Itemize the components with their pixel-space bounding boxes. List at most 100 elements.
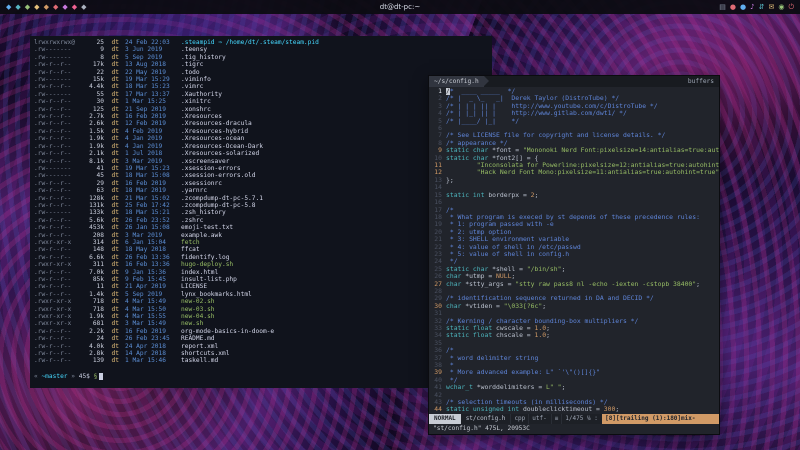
tray-icon[interactable]: ▤ [719,0,726,14]
code-line: 27char *stty_args = "stty raw pass8 nl -… [429,281,719,288]
buffers-label: buffers [688,76,719,87]
code-line: 4/* | |_| || | http://www.gitlab.com/dwt… [429,110,719,117]
terminal-window[interactable]: lrwxrwxrwx@25dt24 Feb 22:03.steampid ⇒ /… [30,36,492,388]
file-row: .rw-r--r--8.1kdt3 Mar 2019.xscreensaver [34,158,488,165]
statusline-segment: utf-8 [528,414,550,424]
window-title: dt@dt-pc:~ [0,3,800,11]
file-row: .rw-r--r--6.6kdt26 Feb 13:36fidentify.lo… [34,254,488,261]
workspace-icon[interactable]: ◆ [44,0,49,14]
tray-icon[interactable]: ⇵ [759,0,765,14]
file-row: .rw-r--r--7.0kdt9 Jan 15:36index.html [34,269,488,276]
file-row: .rw-------45dt18 Mar 15:08.xsession-erro… [34,172,488,179]
tab-config-h[interactable]: ~/s/config.h [429,76,484,87]
file-row: .rw-r--r--148dt18 May 2018ffcat [34,246,488,253]
workspace-icon[interactable]: ◆ [72,0,77,14]
file-row: .rw-r--r--453kdt26 Jan 15:08emoji-test.t… [34,224,488,231]
terminal-cursor [99,373,103,380]
file-row: .rw-r--r--17kdt13 Aug 2018.tigrc [34,61,488,68]
code-line: 2/* | _ \_ _| Derek Taylor (DistroTube) … [429,95,719,102]
tray-icon[interactable]: ♪ [750,0,754,14]
file-row: .rw-r--r--1.5kdt4 Feb 2019.Xresources-hy… [34,128,488,135]
code-line: 18 * What program is execed by st depend… [429,214,719,221]
statusline-segment: ≡ [551,414,562,424]
file-row: .rwxr-xr-x1.9kdt4 Mar 15:55new-04.sh [34,313,488,320]
file-row: .rw-r--r--2.8kdt14 Apr 2018shortcuts.xml [34,350,488,357]
code-line: 29/* identification sequence returned in… [429,295,719,302]
code-line: 22 * 4: value of shell in /etc/passwd [429,244,719,251]
code-line: 21 * 3: SHELL environment variable [429,236,719,243]
code-line: 33static float cwscale = 1.0; [429,325,719,332]
tray-icon[interactable]: ● [740,0,746,14]
code-line: 1/* ____ _____ */ [429,88,719,95]
file-row: .rw-r--r--85kdt9 Feb 15:45insult-list.ph… [34,276,488,283]
file-row: .rw-r--r--63dt18 Mar 2019.yarnrc [34,187,488,194]
statusline-segment: [8][trailing (1):180]mix-indent-file [602,414,719,424]
workspace-icon[interactable]: ◆ [62,0,67,14]
file-row: .rw-r--r--208dt3 Mar 2019example.awk [34,232,488,239]
tray-icon[interactable]: ⏻ [788,0,794,14]
code-line: 37 * word delimiter string [429,355,719,362]
file-row: .rw-r--r--1.4kdt5 Sep 2019lynx_bookmarks… [34,291,488,298]
file-list: lrwxrwxrwx@25dt24 Feb 22:03.steampid ⇒ /… [34,39,488,365]
statusline-segment: 1/475 ℅ : 1 [561,414,602,424]
file-row: .rw-------41dt19 Mar 15:23.xsession-erro… [34,165,488,172]
code-line: 10static char *font2[] = { [429,155,719,162]
code-line: 24 */ [429,258,719,265]
mode-indicator: NORMAL [429,414,461,424]
tray-icon[interactable]: ✉ [768,0,774,14]
system-tray: ▤ ● ● ♪ ⇵✉ ◉ ⏻ [719,0,794,14]
code-line: 8/* appearance */ [429,140,719,147]
workspace-icon[interactable]: ◆ [53,0,58,14]
code-line: 44static unsigned int doubleclicktimeout… [429,406,719,413]
code-line: 15static int borderpx = 2; [429,192,719,199]
vim-cmdline: "st/config.h" 475L, 20953C [429,424,719,434]
file-row: .rw-r--r--4.4kdt18 Mar 15:23.vimrc [34,83,488,90]
workspace-icon[interactable]: ◆ [6,0,11,14]
workspace-icon[interactable]: ◆ [34,0,39,14]
code-line: 38 * [429,362,719,369]
file-row: lrwxrwxrwx@25dt24 Feb 22:03.steampid ⇒ /… [34,39,488,46]
blank-line [34,365,488,372]
code-line: 41wchar_t *worddelimiters = L" "; [429,384,719,391]
workspace-icon[interactable]: ◆ [25,0,30,14]
code-line: 6 [429,125,719,132]
file-row: .rw-r--r--2.7kdt16 Feb 2019.Xresources [34,113,488,120]
vim-window[interactable]: ~/s/config.h buffers 1/* ____ _____ */2/… [429,76,719,434]
file-row: .rw-r--r--4.0kdt24 Apr 2018report.xml [34,343,488,350]
code-line: 34static float chscale = 1.0; [429,332,719,339]
file-row: .rw-r--r--139dt1 Mar 15:46taskell.md [34,357,488,364]
file-row: .rwxr-xr-x718dt4 Mar 15:50new-03.sh [34,306,488,313]
code-line: 7/* See LICENSE file for copyright and l… [429,132,719,139]
file-row: .rw-r--r--2.1kdt1 Jul 2018.Xresources-so… [34,150,488,157]
statusline-file: st/config.h [461,414,511,424]
tab-arrow-icon [484,76,489,86]
file-row: .rw-r--r--128kdt21 Mar 15:02.zcompdump-d… [34,195,488,202]
editor-buffer[interactable]: 1/* ____ _____ */2/* | _ \_ _| Derek Tay… [429,87,719,414]
file-row: .rw-r--r--1.9kdt4 Jan 2019.Xresources-oc… [34,135,488,142]
workspace-icon[interactable]: ◆ [15,0,20,14]
code-line: 40 */ [429,377,719,384]
file-row: .rw-------15kdt19 Mar 15:29.viminfo [34,76,488,83]
tray-icon[interactable]: ● [730,0,736,14]
code-line: 32/* Kerning / character bounding-box mu… [429,318,719,325]
shell-prompt[interactable]: « ~master » 45$ § [34,373,488,380]
file-row: .rw-------133kdt18 Mar 15:21.zsh_history [34,209,488,216]
code-line: 31 [429,310,719,317]
file-row: .rw-r--r--1.9kdt4 Jan 2019.Xresources-Oc… [34,143,488,150]
file-row: .rw-r--r--131kdt25 Feb 17:42.zcompdump-d… [34,202,488,209]
file-row: .rwxr-xr-x718dt4 Mar 15:49new-02.sh [34,298,488,305]
code-line: 11 "Inconsolata for Powerline:pixelsize=… [429,162,719,169]
file-row: .rw-r--r--2.6kdt12 Feb 2019.Xresources-d… [34,120,488,127]
vim-tabline: ~/s/config.h buffers [429,76,719,87]
code-line: 35 [429,340,719,347]
tray-icon[interactable]: ◉ [778,0,784,14]
file-row: .rw-------8dt5 Sep 2019.tig_history [34,54,488,61]
file-row: .rw-r--r--30dt1 Mar 15:25.xinitrc [34,98,488,105]
file-row: .rw-r--r--29dt16 Feb 2019.xsessionrc [34,180,488,187]
code-line: 19 * 1: program passed with -e [429,221,719,228]
vim-statusline: NORMAL st/config.h cpputf-8≡1/475 ℅ : 1[… [429,414,719,424]
file-row: .rw-r--r--22dt22 May 2019.todo [34,69,488,76]
code-line: 30char *vtiden = "\033[?6c"; [429,303,719,310]
file-row: .rwxr-xr-x311dt16 Feb 13:36hugo-deploy.s… [34,261,488,268]
workspace-icon[interactable]: ◆ [81,0,86,14]
